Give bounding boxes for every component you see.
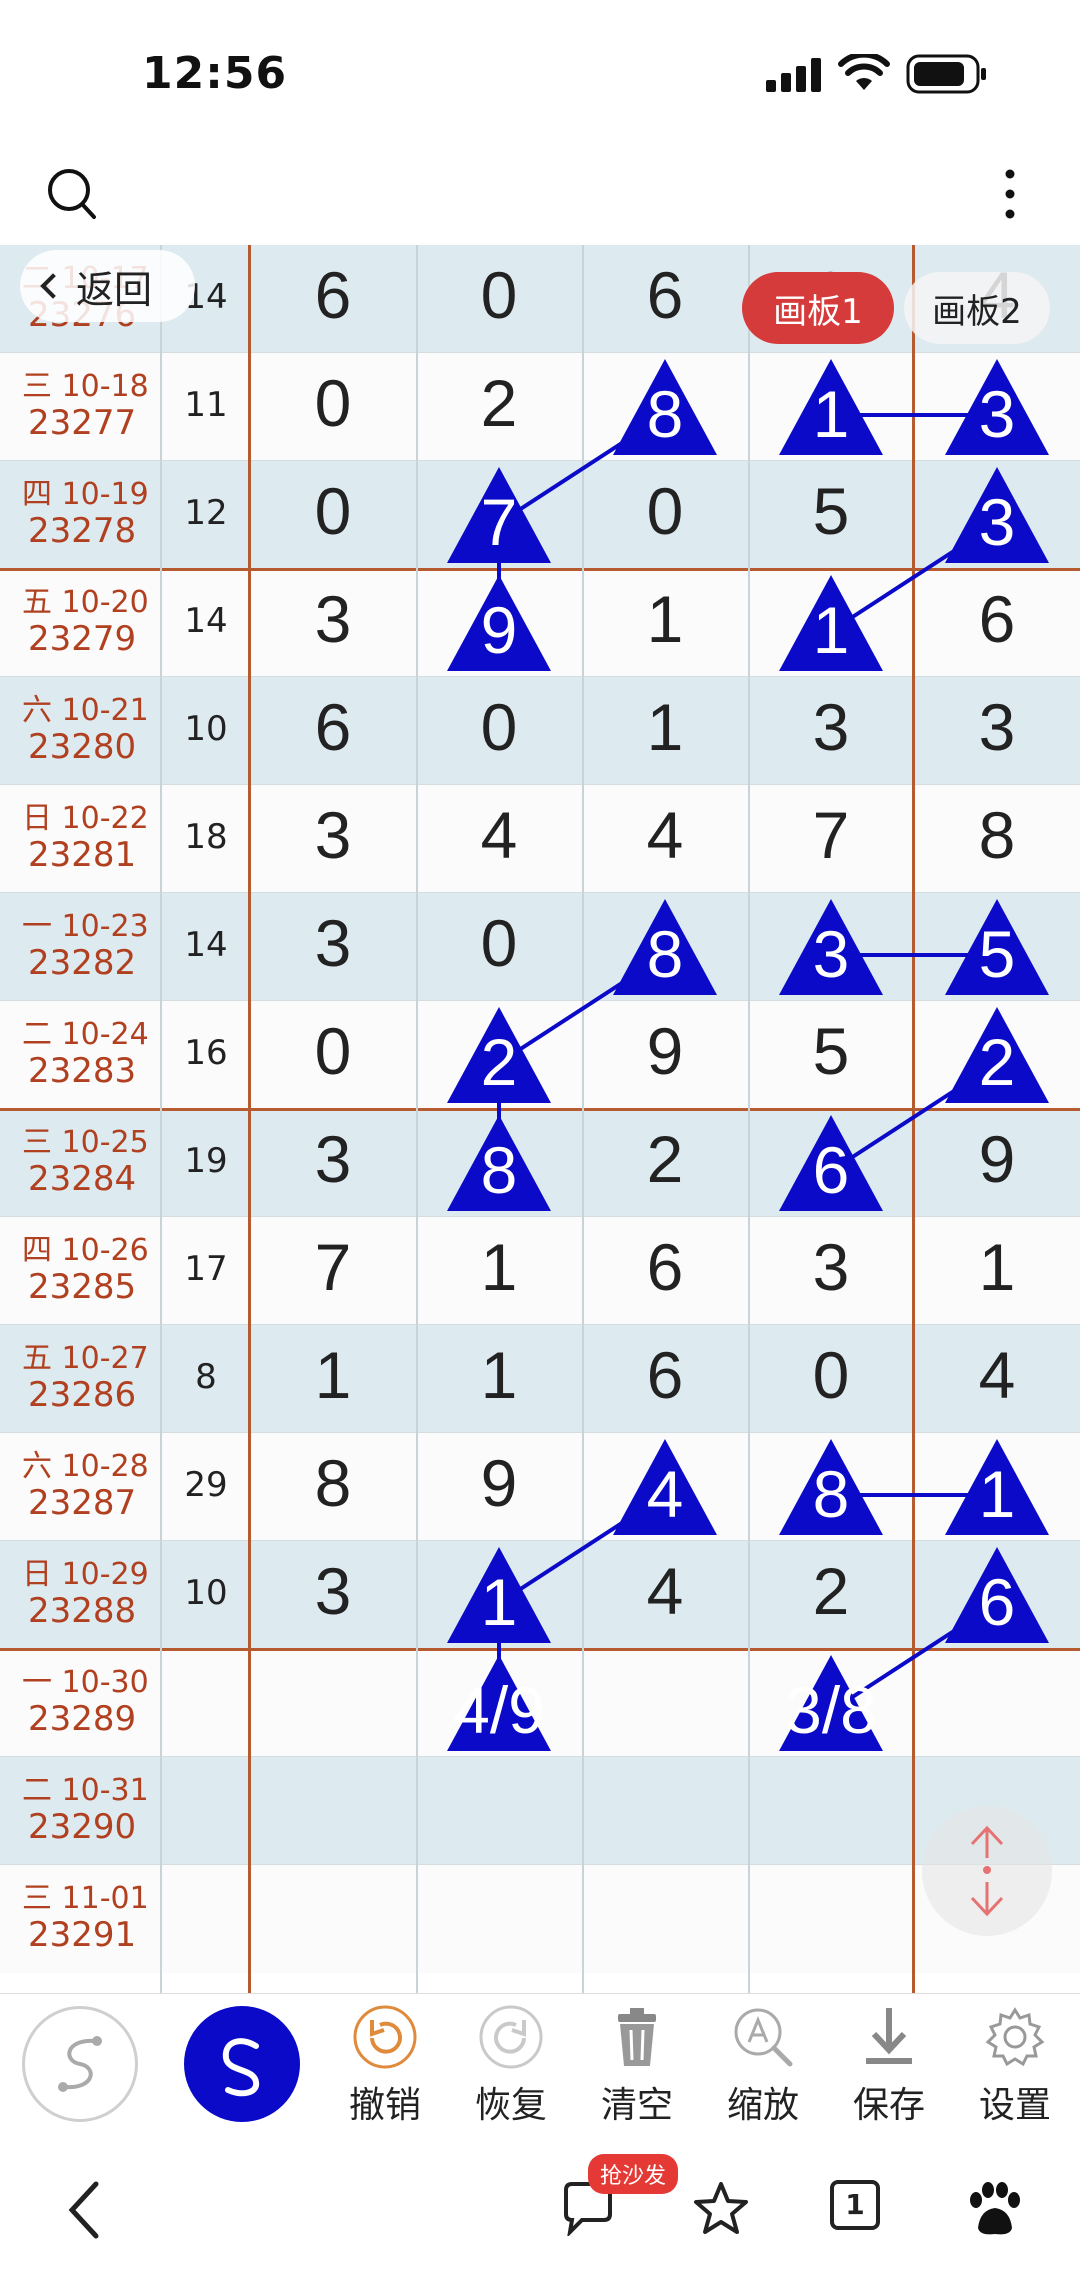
draw-mode-button[interactable] <box>184 2006 300 2122</box>
status-bar: 12:56 <box>0 0 1080 150</box>
save-button[interactable]: 保存 <box>834 2002 944 2132</box>
trash-icon <box>618 2008 656 2066</box>
chevron-left-icon <box>40 273 66 299</box>
zoom-button[interactable]: 缩放 <box>708 2002 818 2132</box>
marked-digit: 5 <box>979 917 1016 991</box>
marked-digit: 3 <box>979 377 1016 451</box>
back-label: 返回 <box>76 267 153 312</box>
clear-label: 清空 <box>600 2085 673 2126</box>
marked-digit: 3 <box>813 917 850 991</box>
more-options-icon[interactable] <box>990 164 1030 224</box>
marked-digit: 7 <box>481 485 518 559</box>
comment-badge: 抢沙发 <box>588 2154 679 2194</box>
undo-icon <box>353 2005 417 2069</box>
back-button[interactable]: 返回 <box>20 250 195 322</box>
gear-icon <box>985 2007 1045 2067</box>
undo-label: 撤销 <box>348 2085 421 2126</box>
marked-digit: 4 <box>647 1457 684 1531</box>
marked-digit: 3/8 <box>785 1673 877 1747</box>
zoom-icon <box>734 2008 793 2067</box>
marked-digit: 3 <box>979 485 1016 559</box>
marked-digit: 8 <box>647 917 684 991</box>
drawing-toolbar: 撤销 恢复 清空 缩放 保存 设置 <box>0 1993 1080 2136</box>
settings-button[interactable]: 设置 <box>960 2002 1070 2132</box>
back-arrow-icon[interactable] <box>64 2180 104 2240</box>
marked-digit: 1 <box>813 593 850 667</box>
battery-icon <box>906 54 986 94</box>
marked-digit: 1 <box>813 377 850 451</box>
status-time: 12:56 <box>142 48 288 99</box>
undo-button[interactable]: 撤销 <box>330 2002 440 2132</box>
curve-icon <box>58 2036 102 2092</box>
marked-digit: 1 <box>979 1457 1016 1531</box>
browser-nav-bar: 抢沙发 1 <box>0 2136 1080 2292</box>
marked-digit: 2 <box>481 1025 518 1099</box>
marked-digit: 8 <box>813 1457 850 1531</box>
paw-icon[interactable] <box>962 2180 1026 2240</box>
redo-icon <box>479 2005 543 2069</box>
board2-button[interactable]: 画板2 <box>904 272 1050 344</box>
board1-button[interactable]: 画板1 <box>742 272 894 344</box>
wifi-icon <box>838 54 890 90</box>
expand-arrows-icon <box>970 1825 1004 1917</box>
marked-digit: 8 <box>481 1133 518 1207</box>
save-label: 保存 <box>852 2085 925 2126</box>
tabs-button[interactable]: 1 <box>830 2180 880 2230</box>
drawing-overlay[interactable]: 8 1 3 7 3 9 1 8 3 5 2 2 8 6 4 8 1 1 6 4/9 3/8 <box>0 245 1080 1993</box>
clear-button[interactable]: 清空 <box>582 2002 692 2132</box>
search-icon[interactable] <box>44 164 100 224</box>
browser-bar <box>0 150 1080 245</box>
marked-digit: 8 <box>647 377 684 451</box>
marked-digit: 1 <box>481 1565 518 1639</box>
download-icon <box>866 2008 912 2064</box>
scroll-toggle-button[interactable] <box>922 1806 1052 1936</box>
lottery-trend-grid[interactable]: 二 10-17232761460694三 10-18232771102813四 … <box>0 245 1080 1993</box>
marked-digit: 2 <box>979 1025 1016 1099</box>
signal-icon <box>766 58 821 92</box>
marked-digit: 4/9 <box>453 1673 545 1747</box>
marked-digit: 6 <box>979 1565 1016 1639</box>
freehand-icon <box>222 2038 260 2097</box>
curve-mode-button[interactable] <box>22 2006 138 2122</box>
settings-label: 设置 <box>978 2085 1051 2126</box>
zoom-label: 缩放 <box>726 2085 799 2126</box>
star-icon[interactable] <box>692 2180 750 2238</box>
marked-digit: 6 <box>813 1133 850 1207</box>
redo-button[interactable]: 恢复 <box>456 2002 566 2132</box>
marked-digit: 9 <box>481 593 518 667</box>
redo-label: 恢复 <box>474 2085 547 2126</box>
